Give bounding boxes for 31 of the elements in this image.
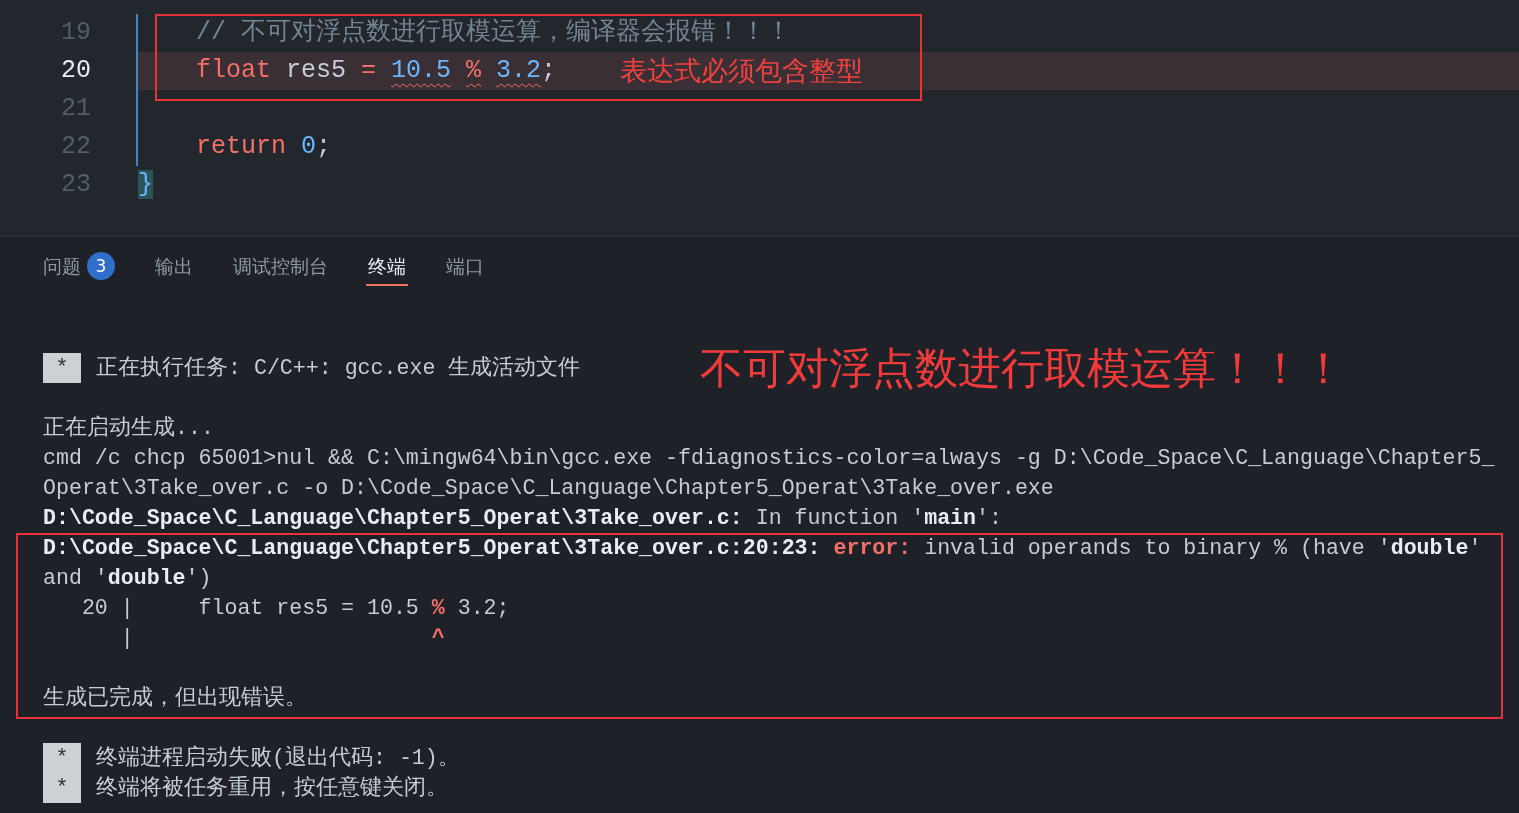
terminal-line: cmd /c chcp 65001>nul && C:\mingw64\bin\gcc.exe -fdiagnostics-color=always -g D:\Code_Space\C_Language\Chapter5_: [43, 445, 1495, 472]
task-marker: *: [43, 743, 81, 773]
terminal-line: 终端进程启动失败(退出代码: -1)。: [96, 744, 460, 772]
panel-tab[interactable]: 调试控制台: [231, 248, 330, 286]
terminal-line: | ^: [119, 625, 445, 652]
panel-tab[interactable]: 终端: [366, 248, 408, 286]
count-badge: 3: [87, 252, 115, 280]
terminal-line: 终端将被任务重用，按任意键关闭。: [96, 774, 448, 802]
panel-tab[interactable]: 问题 3: [41, 248, 117, 286]
panel-tab[interactable]: 输出: [153, 248, 195, 286]
line-number: 22: [60, 131, 91, 163]
terminal-line: D:\Code_Space\C_Language\Chapter5_Operat\3Take_over.c:20:23: error: invalid operands to binary % (have 'double': [43, 535, 1482, 562]
terminal-line: 生成已完成，但出现错误。: [43, 684, 307, 712]
terminal-line: D:\Code_Space\C_Language\Chapter5_Operat\3Take_over.c: In function 'main':: [43, 505, 1002, 532]
annotation-text: 表达式必须包含整型: [620, 54, 864, 88]
code-line: float res5 = 10.5 % 3.2;: [196, 55, 557, 87]
code-line: // 不可对浮点数进行取模运算，编译器会报错！！！: [196, 17, 791, 49]
task-marker: *: [43, 353, 81, 383]
terminal-line: and 'double'): [43, 565, 212, 592]
annotation-text: 不可对浮点数进行取模运算！！！: [700, 344, 1345, 392]
line-number: 20: [60, 55, 91, 87]
terminal-line: 正在执行任务: C/C++: gcc.exe 生成活动文件: [96, 354, 581, 382]
line-number: 19: [60, 17, 91, 49]
terminal-line: 正在启动生成...: [43, 414, 214, 442]
task-marker: *: [43, 773, 81, 803]
code-line: return 0;: [196, 131, 332, 163]
line-number: 21: [60, 93, 91, 125]
panel-tab[interactable]: 端口: [444, 248, 486, 286]
terminal-line: Operat\3Take_over.c -o D:\Code_Space\C_Language\Chapter5_Operat\3Take_over.exe: [43, 475, 1054, 502]
terminal-line: 20 | float res5 = 10.5 % 3.2;: [80, 595, 510, 622]
line-number: 23: [60, 169, 91, 201]
